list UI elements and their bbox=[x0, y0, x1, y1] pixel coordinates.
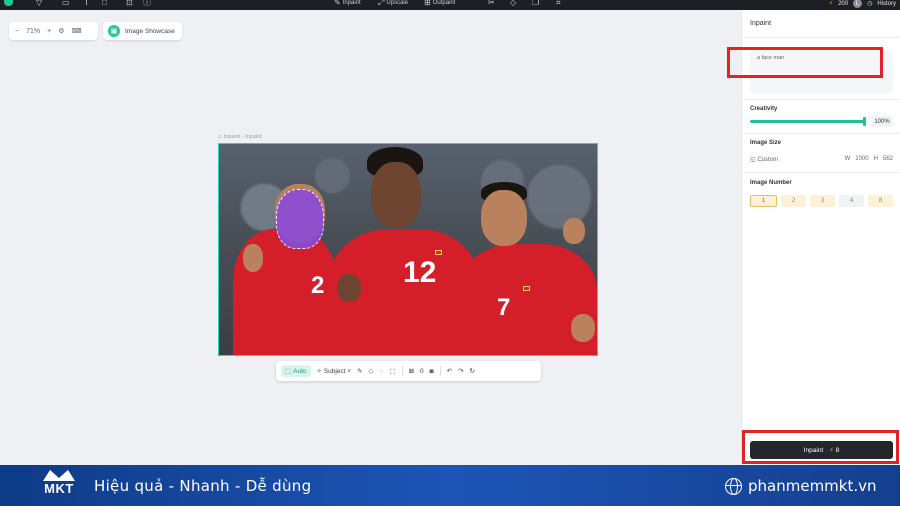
auto-select-button[interactable]: ⬚ Auto bbox=[281, 365, 311, 377]
brush-icon[interactable]: ✎ bbox=[357, 367, 362, 375]
image-number-option-3[interactable]: 3 bbox=[810, 195, 835, 207]
eraser-icon[interactable]: ◇ bbox=[510, 0, 516, 10]
creativity-slider[interactable] bbox=[750, 120, 866, 123]
mask-toolbar: ⬚ Auto ✧ Subject ˅ ✎ ◇ ◌ ⬚ ⊠ 0 ◙ ↶ ↷ ↻ bbox=[276, 361, 541, 381]
history-clock-icon: ◷ bbox=[867, 1, 873, 7]
image-number-option-1[interactable]: 1 bbox=[750, 195, 777, 207]
flag-badge-icon bbox=[523, 286, 530, 291]
canvas-area[interactable]: − 71% + ⚙ ⌨ ▣ Image Showcase ◇ Inpaint -… bbox=[0, 10, 741, 465]
width-input[interactable]: 1000 bbox=[855, 156, 868, 162]
flag-badge-icon bbox=[435, 250, 442, 255]
eraser-icon[interactable]: ◇ bbox=[369, 367, 374, 375]
keyboard-icon[interactable]: ⌨ bbox=[71, 27, 81, 35]
credits-count: 200 bbox=[838, 0, 849, 7]
settings-gear-icon[interactable]: ⚙ bbox=[58, 27, 64, 35]
player-right-fist bbox=[563, 218, 585, 244]
mkt-m-icon bbox=[43, 470, 75, 481]
creativity-label: Creativity bbox=[750, 106, 778, 112]
invert-mask-icon[interactable]: ◙ bbox=[430, 368, 434, 375]
frame-label: ◇ Inpaint - Inpaint bbox=[218, 134, 262, 140]
image-number-options: 1 2 3 4 8 bbox=[750, 195, 893, 207]
promo-banner: MKT Hiệu quả - Nhanh - Dễ dùng phanmemmk… bbox=[0, 465, 900, 506]
height-input[interactable]: 562 bbox=[883, 156, 893, 162]
reset-icon[interactable]: ↻ bbox=[470, 367, 475, 375]
topbar-outpaint[interactable]: ⊞ Outpaint bbox=[424, 0, 455, 10]
slogan: Hiệu quả - Nhanh - Dễ dùng bbox=[94, 477, 312, 495]
image-number-option-8[interactable]: 8 bbox=[868, 195, 893, 207]
auto-select-icon: ⬚ bbox=[285, 368, 292, 375]
player-left-fist bbox=[243, 244, 263, 272]
mkt-logo: MKT bbox=[37, 468, 81, 503]
topbar-upscale[interactable]: ⤢ Upscale bbox=[378, 0, 408, 10]
rect-select-icon[interactable]: ⬚ bbox=[389, 367, 395, 375]
undo-icon[interactable]: ↶ bbox=[447, 367, 452, 375]
toolbar-divider bbox=[439, 366, 441, 376]
player-right-head bbox=[481, 190, 527, 246]
divider bbox=[742, 133, 900, 134]
select-tool-icon[interactable]: ▽ bbox=[36, 0, 42, 10]
prompt-highlight-box bbox=[727, 47, 883, 78]
zoom-control: − 71% + ⚙ ⌨ bbox=[9, 22, 98, 40]
image-showcase-button[interactable]: ▣ Image Showcase bbox=[103, 22, 182, 40]
info-icon[interactable]: ⓘ bbox=[143, 0, 151, 10]
zoom-out-button[interactable]: − bbox=[15, 28, 19, 35]
lasso-icon[interactable]: ◌ bbox=[380, 368, 384, 375]
crop-icon[interactable]: ⌗ bbox=[556, 0, 561, 10]
showcase-label: Image Showcase bbox=[125, 27, 175, 35]
upload-icon[interactable]: ⊡ bbox=[126, 0, 133, 10]
image-number-label: Image Number bbox=[750, 180, 792, 186]
cut-icon[interactable]: ✂ bbox=[488, 0, 495, 10]
text-tool-icon[interactable]: T bbox=[84, 0, 89, 10]
zoom-level: 71% bbox=[26, 27, 41, 35]
zoom-in-button[interactable]: + bbox=[47, 28, 51, 35]
top-bar: ▽ ▭ T □ ⊡ ⓘ ✎ Inpaint ⤢ Upscale ⊞ Outpaint … bbox=[0, 0, 900, 10]
inpaint-mask[interactable] bbox=[276, 189, 324, 249]
copy-icon[interactable]: ❐ bbox=[532, 0, 539, 10]
jersey-number-right: 7 bbox=[497, 294, 511, 321]
divider bbox=[742, 99, 900, 100]
globe-icon bbox=[725, 477, 742, 495]
mask-count: 0 bbox=[420, 367, 424, 375]
image-icon[interactable]: ▭ bbox=[62, 0, 70, 10]
player-right-hand bbox=[571, 314, 595, 342]
avatar[interactable]: L bbox=[853, 0, 863, 8]
image-size-label: Image Size bbox=[750, 140, 782, 146]
inpaint-panel: Inpaint a face man Creativity 100% Image… bbox=[741, 10, 900, 465]
divider bbox=[742, 37, 900, 38]
creativity-value[interactable]: 100% bbox=[871, 116, 893, 127]
history-button[interactable]: History bbox=[877, 1, 896, 7]
player-center-fist bbox=[337, 274, 361, 302]
image-number-option-2[interactable]: 2 bbox=[781, 195, 806, 207]
app-logo-icon bbox=[4, 0, 13, 6]
image-size-row: ◱ Custom W 1000 H 562 bbox=[750, 156, 893, 163]
redo-icon[interactable]: ↷ bbox=[458, 367, 463, 375]
panel-title: Inpaint bbox=[750, 20, 772, 27]
subject-select-button[interactable]: ✧ Subject ˅ bbox=[317, 367, 352, 375]
shape-tool-icon[interactable]: □ bbox=[102, 0, 107, 10]
website[interactable]: phanmemmkt.vn bbox=[725, 477, 877, 495]
topbar-inpaint[interactable]: ✎ Inpaint bbox=[334, 0, 361, 10]
size-mode-select[interactable]: ◱ Custom bbox=[750, 156, 778, 163]
toolbar-divider bbox=[401, 366, 403, 376]
image-number-option-4[interactable]: 4 bbox=[839, 195, 864, 207]
jersey-number-center: 12 bbox=[403, 256, 437, 289]
height-label: H bbox=[873, 156, 878, 162]
player-center-head bbox=[371, 162, 421, 228]
divider bbox=[742, 172, 900, 173]
width-label: W bbox=[844, 156, 851, 162]
photo: 2 12 7 bbox=[219, 144, 597, 355]
credits-bolt-icon: ⚡ bbox=[828, 1, 834, 7]
mask-count-icon: ⊠ bbox=[408, 368, 415, 375]
button-highlight-box bbox=[742, 430, 899, 464]
jersey-number-left: 2 bbox=[311, 272, 325, 299]
creativity-slider-handle[interactable] bbox=[863, 117, 866, 126]
showcase-icon: ▣ bbox=[108, 25, 120, 37]
image-frame[interactable]: 2 12 7 bbox=[218, 143, 598, 356]
